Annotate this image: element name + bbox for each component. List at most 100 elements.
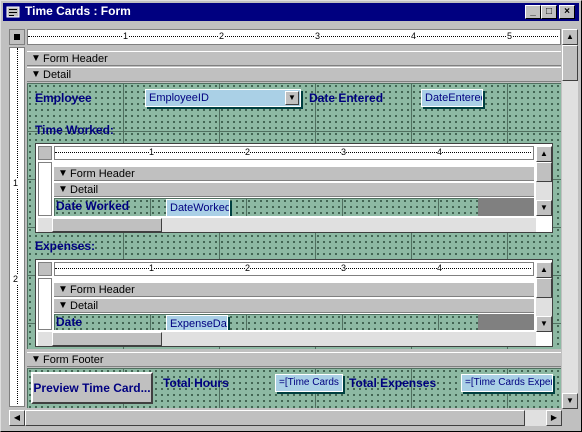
ruler-dots: [28, 36, 558, 37]
employee-combo-text: EmployeeID: [149, 92, 209, 104]
subform-ruler: 1 2 3 4: [54, 262, 534, 276]
chevron-down-icon[interactable]: ▼: [285, 91, 299, 105]
scroll-right-icon[interactable]: ▶: [546, 410, 562, 426]
footer-section[interactable]: Preview Time Card... Total Hours =[Time …: [27, 368, 561, 408]
expenses-label[interactable]: Expenses:: [35, 239, 95, 253]
subform-detail-bar[interactable]: ▼ Detail: [54, 298, 534, 313]
maximize-button[interactable]: □: [541, 5, 557, 19]
scroll-thumb[interactable]: [25, 410, 525, 426]
scroll-left-icon[interactable]: ◀: [9, 410, 25, 426]
section-arrow-icon: ▼: [31, 53, 41, 64]
ruler-dots: [55, 268, 531, 269]
title-bar[interactable]: Time Cards : Form _ □ ×: [3, 3, 579, 21]
subform-detail-section[interactable]: Date Worked DateWorked: [54, 198, 534, 216]
total-expenses-field[interactable]: =[Time Cards Expen: [461, 374, 553, 392]
window-title: Time Cards : Form: [25, 4, 131, 18]
close-icon: ×: [564, 6, 570, 17]
subform-hscrollbar[interactable]: [38, 218, 536, 232]
subform-vruler: [38, 278, 52, 330]
subform-detail-label: Detail: [70, 300, 99, 312]
subform-form-header-label: Form Header: [70, 168, 135, 180]
expense-date-field[interactable]: ExpenseDate: [166, 315, 228, 330]
total-hours-label[interactable]: Total Hours: [163, 376, 229, 390]
total-expenses-label[interactable]: Total Expenses: [349, 376, 436, 390]
close-button[interactable]: ×: [559, 5, 575, 19]
subform-form-header-bar[interactable]: ▼ Form Header: [54, 166, 534, 181]
subform-selector[interactable]: [38, 146, 52, 160]
scroll-up-icon[interactable]: ▲: [562, 29, 578, 45]
employee-label[interactable]: Employee: [35, 91, 92, 105]
form-selector-icon: [14, 34, 20, 40]
size-grip[interactable]: [562, 410, 578, 426]
form-selector[interactable]: [9, 29, 25, 45]
subform-detail-bar[interactable]: ▼ Detail: [54, 182, 534, 197]
ruler-mark: 1: [149, 147, 155, 157]
scroll-thumb[interactable]: [52, 218, 162, 232]
form-footer-bar[interactable]: ▼ Form Footer: [27, 352, 561, 367]
vruler-dots: [17, 48, 18, 404]
subform-selector[interactable]: [38, 262, 52, 276]
ruler-mark: 1: [122, 31, 130, 41]
vertical-ruler[interactable]: 1 2: [9, 47, 25, 407]
total-hours-field[interactable]: =[Time Cards S: [275, 374, 343, 392]
scroll-thumb[interactable]: [536, 278, 552, 298]
preview-time-card-button[interactable]: Preview Time Card...: [31, 372, 153, 404]
main-hscrollbar[interactable]: ◀ ▶: [9, 410, 562, 426]
ruler-mark: 5: [506, 31, 514, 41]
ruler-mark: 2: [245, 263, 251, 273]
expense-date-label[interactable]: Date: [56, 315, 82, 329]
section-arrow-icon: ▼: [31, 69, 41, 80]
ruler-mark: 3: [341, 263, 347, 273]
ruler-mark: 2: [218, 31, 226, 41]
scroll-down-icon[interactable]: ▼: [562, 393, 578, 409]
section-arrow-icon: ▼: [58, 168, 68, 179]
scroll-up-icon[interactable]: ▲: [536, 146, 552, 162]
subform-vscrollbar[interactable]: ▲ ▼: [536, 262, 552, 332]
subform-vruler: [38, 162, 52, 216]
form-footer-label: Form Footer: [43, 354, 104, 366]
horizontal-ruler[interactable]: 1 2 3 4 5: [27, 29, 561, 45]
ruler-mark: 4: [410, 31, 418, 41]
vruler-mark: 1: [13, 178, 19, 188]
ruler-mark: 4: [437, 263, 443, 273]
subform-empty-area: [478, 314, 534, 330]
scroll-down-icon[interactable]: ▼: [536, 316, 552, 332]
section-arrow-icon: ▼: [58, 300, 68, 311]
detail-bar[interactable]: ▼ Detail: [27, 67, 561, 82]
time-worked-label[interactable]: Time Worked:: [35, 123, 114, 137]
form-design-window: Time Cards : Form _ □ × 1 2 3 4 5 1 2 ▼ …: [0, 0, 582, 432]
form-header-bar[interactable]: ▼ Form Header: [27, 51, 561, 66]
main-vscrollbar[interactable]: ▲ ▼: [562, 29, 578, 409]
subform-empty-area: [478, 198, 534, 216]
date-entered-label[interactable]: Date Entered: [309, 91, 383, 105]
ruler-mark: 3: [314, 31, 322, 41]
date-worked-label[interactable]: Date Worked: [56, 199, 129, 213]
subform-form-header-bar[interactable]: ▼ Form Header: [54, 282, 534, 297]
detail-section[interactable]: Employee EmployeeID ▼ Date Entered DateE…: [27, 83, 561, 349]
subform-hscrollbar[interactable]: [38, 332, 536, 346]
scroll-thumb[interactable]: [536, 162, 552, 182]
ruler-mark: 1: [149, 263, 155, 273]
date-entered-field[interactable]: DateEntered: [421, 89, 483, 107]
scroll-thumb[interactable]: [52, 332, 162, 346]
date-worked-field[interactable]: DateWorked: [166, 199, 230, 216]
scroll-down-icon[interactable]: ▼: [536, 200, 552, 216]
form-header-label: Form Header: [43, 53, 108, 65]
scroll-up-icon[interactable]: ▲: [536, 262, 552, 278]
section-arrow-icon: ▼: [31, 354, 41, 365]
subform-vscrollbar[interactable]: ▲ ▼: [536, 146, 552, 216]
scroll-thumb[interactable]: [562, 45, 578, 81]
subform-detail-section[interactable]: Date ExpenseDate: [54, 314, 534, 330]
section-arrow-icon: ▼: [58, 284, 68, 295]
section-arrow-icon: ▼: [58, 184, 68, 195]
employee-combo[interactable]: EmployeeID ▼: [145, 89, 301, 107]
time-worked-subform[interactable]: 1 2 3 4 ▼ Form Header ▼ Detail Date Work…: [35, 143, 553, 233]
expenses-subform[interactable]: 1 2 3 4 ▼ Form Header ▼ Detail Date Expe…: [35, 259, 553, 347]
subform-detail-label: Detail: [70, 184, 99, 196]
ruler-mark: 3: [341, 147, 347, 157]
minimize-icon: _: [530, 6, 536, 17]
maximize-icon: □: [545, 6, 553, 17]
minimize-button[interactable]: _: [525, 5, 541, 19]
subform-ruler: 1 2 3 4: [54, 146, 534, 160]
ruler-mark: 2: [245, 147, 251, 157]
